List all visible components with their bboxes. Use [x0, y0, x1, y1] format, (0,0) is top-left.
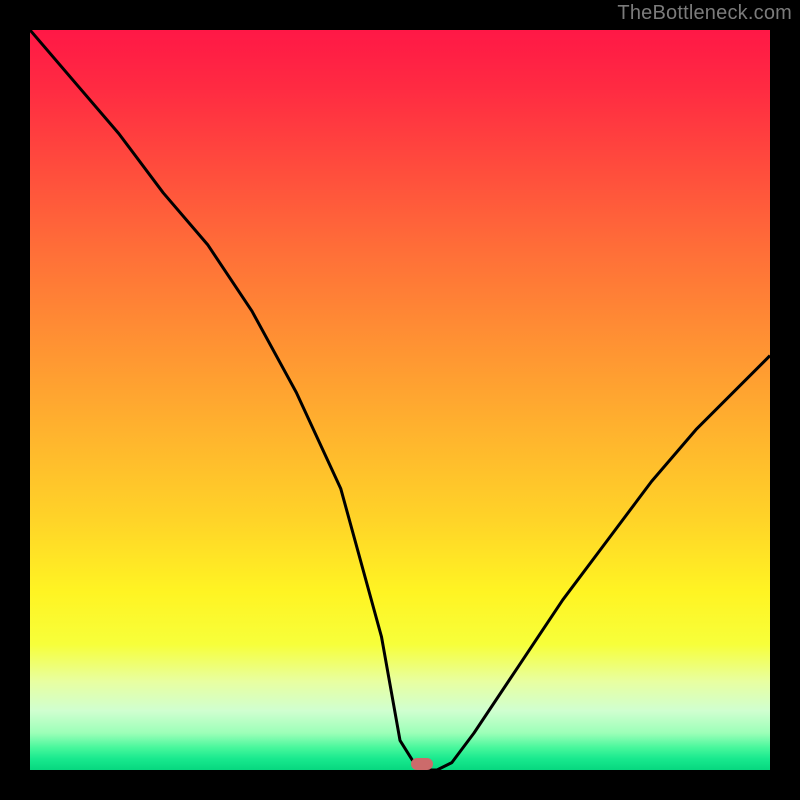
plot-area: [30, 30, 770, 770]
bottleneck-curve: [30, 30, 770, 770]
chart-frame: TheBottleneck.com: [0, 0, 800, 800]
curve-svg: [30, 30, 770, 770]
watermark-text: TheBottleneck.com: [617, 2, 792, 25]
optimum-marker: [411, 758, 433, 770]
